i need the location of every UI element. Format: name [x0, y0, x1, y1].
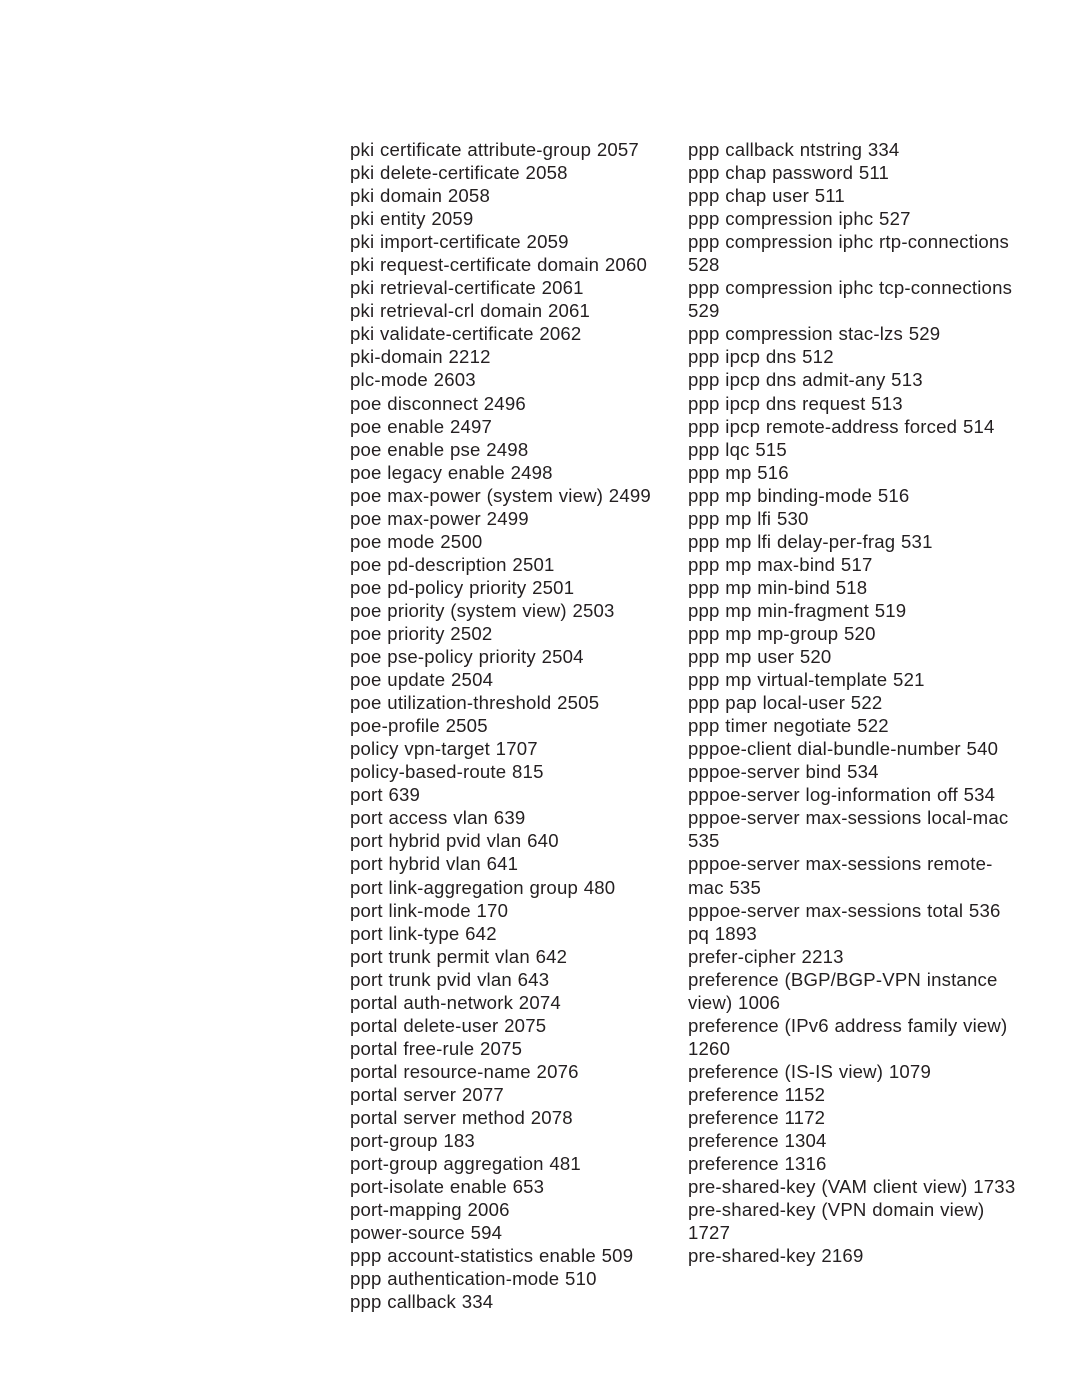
index-entry: ppp account-statistics enable 509 — [350, 1245, 634, 1267]
index-entry: port access vlan 639 — [350, 807, 526, 829]
index-entry: pppoe-server bind 534 — [688, 761, 879, 783]
index-entry: ppp timer negotiate 522 — [688, 715, 889, 737]
index-entry: port trunk pvid vlan 643 — [350, 968, 550, 990]
index-entry: port hybrid pvid vlan 640 — [350, 830, 559, 852]
index-entry: poe mode 2500 — [350, 530, 483, 552]
index-entry: poe enable pse 2498 — [350, 438, 529, 460]
index-entry: ppp ipcp dns request 513 — [688, 392, 903, 414]
index-entry: ppp mp max-bind 517 — [688, 553, 873, 575]
index-entry: poe pd-description 2501 — [350, 553, 555, 575]
index-entry: poe max-power (system view) 2499 — [350, 484, 651, 506]
index-entry: poe priority (system view) 2503 — [350, 599, 615, 621]
index-entry: poe pse-policy priority 2504 — [350, 646, 584, 668]
index-entry: pki validate-certificate 2062 — [350, 323, 582, 345]
index-entry: pki retrieval-certificate 2061 — [350, 277, 584, 299]
index-entry: ppp mp mp-group 520 — [688, 622, 876, 644]
index-entry: poe pd-policy priority 2501 — [350, 576, 575, 598]
index-entry: pq 1893 — [688, 922, 757, 944]
index-entry: pki retrieval-crl domain 2061 — [350, 300, 591, 322]
index-entry: preference (IS-IS view) 1079 — [688, 1060, 931, 1082]
index-entry: ppp chap user 511 — [688, 185, 845, 207]
index-entry: ppp compression iphc tcp-connections 529 — [688, 277, 1013, 322]
index-entry: preference (BGP/BGP-VPN instance view) 1… — [688, 968, 998, 1013]
index-entry: ppp chap password 511 — [688, 162, 890, 184]
index-entry: prefer-cipher 2213 — [688, 945, 844, 967]
index-entry: policy-based-route 815 — [350, 761, 544, 783]
index-entry: ppp ipcp remote-address forced 514 — [688, 415, 995, 437]
index-entry: poe enable 2497 — [350, 415, 493, 437]
index-entry: poe update 2504 — [350, 669, 494, 691]
index-entry: pki entity 2059 — [350, 208, 474, 230]
index-entry: poe-profile 2505 — [350, 715, 488, 737]
index-entry: portal delete-user 2075 — [350, 1014, 547, 1036]
index-entry: portal resource-name 2076 — [350, 1060, 579, 1082]
index-entry: ppp mp user 520 — [688, 646, 832, 668]
index-entry: preference 1172 — [688, 1106, 826, 1128]
index-entry: port trunk permit vlan 642 — [350, 945, 568, 967]
index-entry: pre-shared-key (VPN domain view) 1727 — [688, 1199, 985, 1244]
index-entry: policy vpn-target 1707 — [350, 738, 538, 760]
index-entry: port-isolate enable 653 — [350, 1176, 545, 1198]
index-entry: port 639 — [350, 784, 421, 806]
index-entry: ppp lqc 515 — [688, 438, 787, 460]
index-entry: plc-mode 2603 — [350, 369, 476, 391]
index-entry: ppp pap local-user 522 — [688, 692, 883, 714]
index-entry: ppp mp lfi 530 — [688, 507, 809, 529]
index-entry: preference (IPv6 address family view) 12… — [688, 1014, 1008, 1059]
index-entry: poe legacy enable 2498 — [350, 461, 553, 483]
index-entry: port link-aggregation group 480 — [350, 876, 616, 898]
index-entry: ppp compression stac-lzs 529 — [688, 323, 941, 345]
index-entry: poe disconnect 2496 — [350, 392, 526, 414]
index-entry: poe utilization-threshold 2505 — [350, 692, 600, 714]
index-entry: ppp ipcp dns admit-any 513 — [688, 369, 923, 391]
index-entry: ppp mp binding-mode 516 — [688, 484, 910, 506]
index-entry: preference 1316 — [688, 1153, 827, 1175]
index-entry: ppp mp lfi delay-per-frag 531 — [688, 530, 933, 552]
index-entry: power-source 594 — [350, 1222, 503, 1244]
index-entry: pppoe-server max-sessions local-mac 535 — [688, 807, 1009, 852]
index-entry: portal server method 2078 — [350, 1106, 573, 1128]
index-page: pki certificate attribute-group 2057 pki … — [0, 0, 1080, 1397]
index-entry: pppoe-client dial-bundle-number 540 — [688, 738, 999, 760]
index-entry: pki domain 2058 — [350, 185, 490, 207]
index-entry: preference 1304 — [688, 1130, 827, 1152]
index-entry: pki certificate attribute-group 2057 — [350, 139, 639, 160]
index-entry: port link-type 642 — [350, 922, 497, 944]
index-entry: poe priority 2502 — [350, 622, 493, 644]
index-entry: pki delete-certificate 2058 — [350, 162, 568, 184]
index-entry: pppoe-server log-information off 534 — [688, 784, 996, 806]
index-entry: pki request-certificate domain 2060 — [350, 254, 648, 276]
index-column-right: ppp callback ntstring 334 ppp chap passwo… — [688, 138, 1018, 1267]
index-entry: portal auth-network 2074 — [350, 991, 561, 1013]
index-entry: ppp mp virtual-template 521 — [688, 669, 925, 691]
index-entry: preference 1152 — [688, 1083, 826, 1105]
index-entry: port hybrid vlan 641 — [350, 853, 519, 875]
index-entry: poe max-power 2499 — [350, 507, 529, 529]
index-entry: pre-shared-key 2169 — [688, 1245, 864, 1267]
index-entry: port-group 183 — [350, 1130, 475, 1152]
index-entry: port link-mode 170 — [350, 899, 509, 921]
index-entry: pppoe-server max-sessions total 536 — [688, 899, 1001, 921]
index-entry: ppp mp 516 — [688, 461, 789, 483]
index-column-left: pki certificate attribute-group 2057 pki … — [350, 138, 670, 1313]
index-columns: pki certificate attribute-group 2057 pki … — [350, 138, 1020, 1313]
index-entry: ppp compression iphc 527 — [688, 208, 911, 230]
index-entry: ppp mp min-bind 518 — [688, 576, 868, 598]
index-entry: ppp compression iphc rtp-connections 528 — [688, 231, 1009, 276]
index-entry: ppp callback ntstring 334 — [688, 139, 900, 160]
index-entry: portal free-rule 2075 — [350, 1037, 523, 1059]
index-entry: port-mapping 2006 — [350, 1199, 510, 1221]
index-entry: pppoe-server max-sessions remote-mac 535 — [688, 853, 993, 898]
index-entry: port-group aggregation 481 — [350, 1153, 581, 1175]
index-entry: ppp callback 334 — [350, 1291, 494, 1313]
index-entry: ppp ipcp dns 512 — [688, 346, 834, 368]
index-entry: pki import-certificate 2059 — [350, 231, 569, 253]
index-entry: pki-domain 2212 — [350, 346, 491, 368]
index-entry: ppp mp min-fragment 519 — [688, 599, 907, 621]
index-entry: portal server 2077 — [350, 1083, 504, 1105]
index-entry: ppp authentication-mode 510 — [350, 1268, 597, 1290]
index-entry: pre-shared-key (VAM client view) 1733 — [688, 1176, 1016, 1198]
